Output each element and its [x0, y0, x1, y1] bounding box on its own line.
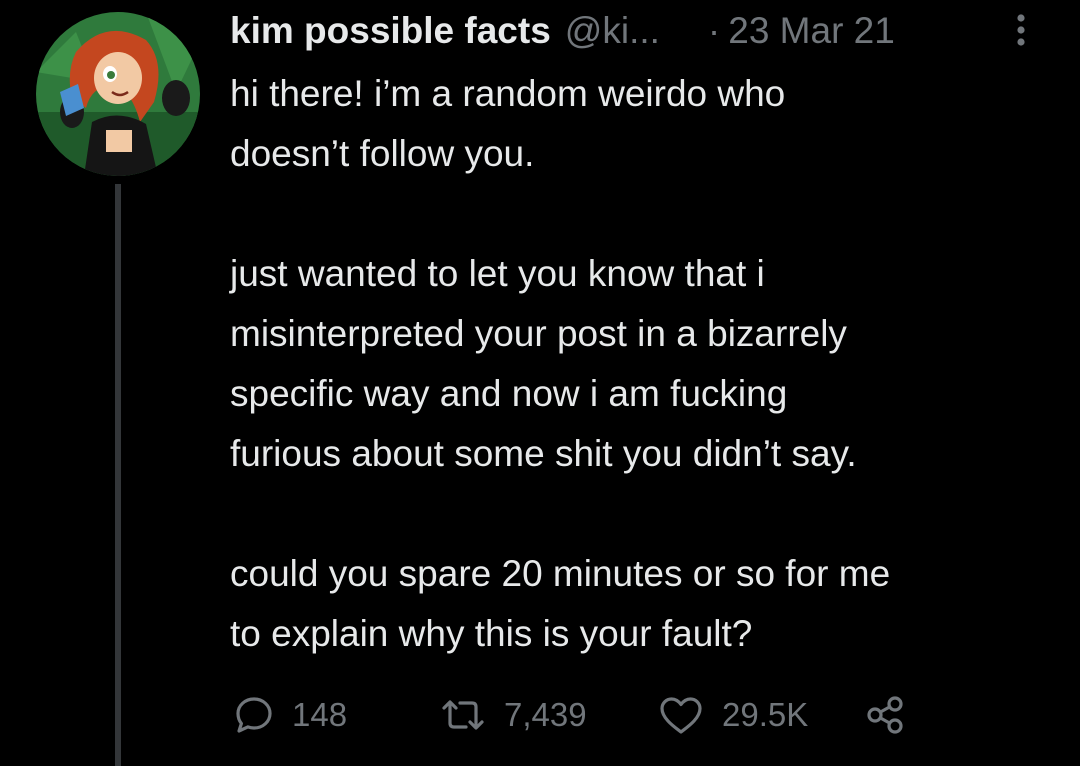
text-line: to explain why this is your fault?: [230, 613, 753, 654]
text-line: misinterpreted your post in a bizarrely: [230, 313, 847, 354]
like-button[interactable]: 29.5K: [656, 690, 808, 740]
text-line: could you spare 20 minutes or so for me: [230, 553, 891, 594]
separator-dot: ·: [707, 10, 721, 51]
thread-line: [115, 184, 121, 766]
like-count: 29.5K: [722, 696, 809, 733]
retweet-icon: [442, 700, 484, 730]
text-line: doesn’t follow you.: [230, 133, 535, 174]
reply-bubble-icon: [236, 697, 272, 733]
handle[interactable]: @ki...: [565, 10, 660, 52]
display-name[interactable]: kim possible facts: [230, 10, 551, 52]
retweet-count: 7,439: [504, 696, 587, 733]
reply-count: 148: [292, 696, 348, 733]
heart-icon: [660, 697, 702, 734]
more-button[interactable]: [1006, 10, 1036, 50]
share-icon: [867, 696, 903, 734]
reply-button[interactable]: 148: [232, 690, 347, 740]
tweet-text: hi there! i’m a random weirdo who doesn’…: [230, 64, 1050, 664]
tweet-header: kim possible facts @ki... · 23 Mar 21: [230, 6, 1040, 56]
retweet-button[interactable]: 7,439: [438, 690, 587, 740]
more-dots-icon: [1017, 14, 1025, 46]
tweet[interactable]: kim possible facts @ki... · 23 Mar 21 hi…: [0, 0, 1080, 766]
text-line: furious about some shit you didn’t say.: [230, 433, 857, 474]
timestamp[interactable]: 23 Mar 21: [728, 10, 895, 52]
avatar-image: [36, 12, 200, 176]
share-button[interactable]: [862, 690, 908, 740]
text-line: just wanted to let you know that i: [230, 253, 765, 294]
avatar[interactable]: [36, 12, 200, 176]
text-line: specific way and now i am fucking: [230, 373, 788, 414]
text-line: hi there! i’m a random weirdo who: [230, 73, 786, 114]
action-bar: 148 7,439 29.5K: [232, 690, 932, 740]
